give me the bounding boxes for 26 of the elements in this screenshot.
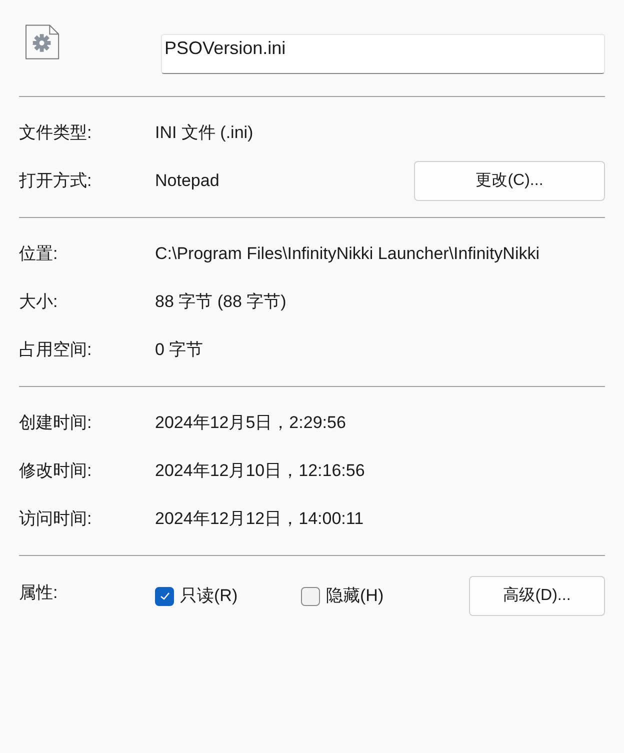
field-label: 修改时间:	[19, 460, 93, 482]
attributes-label: 属性:	[19, 582, 59, 604]
settings-file-icon	[25, 24, 61, 60]
checkbox-label: 只读(R)	[180, 585, 238, 608]
field-label: 占用空间:	[19, 339, 93, 362]
field-value: 88 字节 (88 字节)	[155, 291, 286, 314]
field-value: 0 字节	[155, 339, 204, 362]
field-label: 文件类型:	[19, 122, 93, 144]
field-value: 2024年12月5日，2:29:56	[155, 412, 346, 434]
checkbox-label: 隐藏(H)	[326, 585, 384, 608]
field-value: 2024年12月10日，12:16:56	[155, 460, 365, 482]
checkbox[interactable]	[301, 586, 320, 606]
check-icon	[158, 590, 170, 602]
field-label: 访问时间:	[19, 508, 93, 530]
checkbox[interactable]	[155, 586, 174, 606]
field-label: 位置:	[19, 243, 59, 266]
field-value: INI 文件 (.ini)	[155, 122, 254, 144]
field-value: Notepad	[155, 170, 220, 192]
advanced-button[interactable]: 高级(D)...	[469, 576, 605, 616]
change-button[interactable]: 更改(C)...	[414, 161, 605, 201]
field-label: 创建时间:	[19, 412, 93, 434]
field-label: 打开方式:	[19, 170, 93, 192]
field-label: 大小:	[19, 291, 59, 314]
field-value: C:\Program Files\InfinityNikki Launcher\InfinityNikki	[155, 243, 540, 266]
field-value: 2024年12月12日，14:00:11	[155, 508, 364, 530]
filename-field[interactable]: PSOVersion.ini	[160, 34, 605, 74]
